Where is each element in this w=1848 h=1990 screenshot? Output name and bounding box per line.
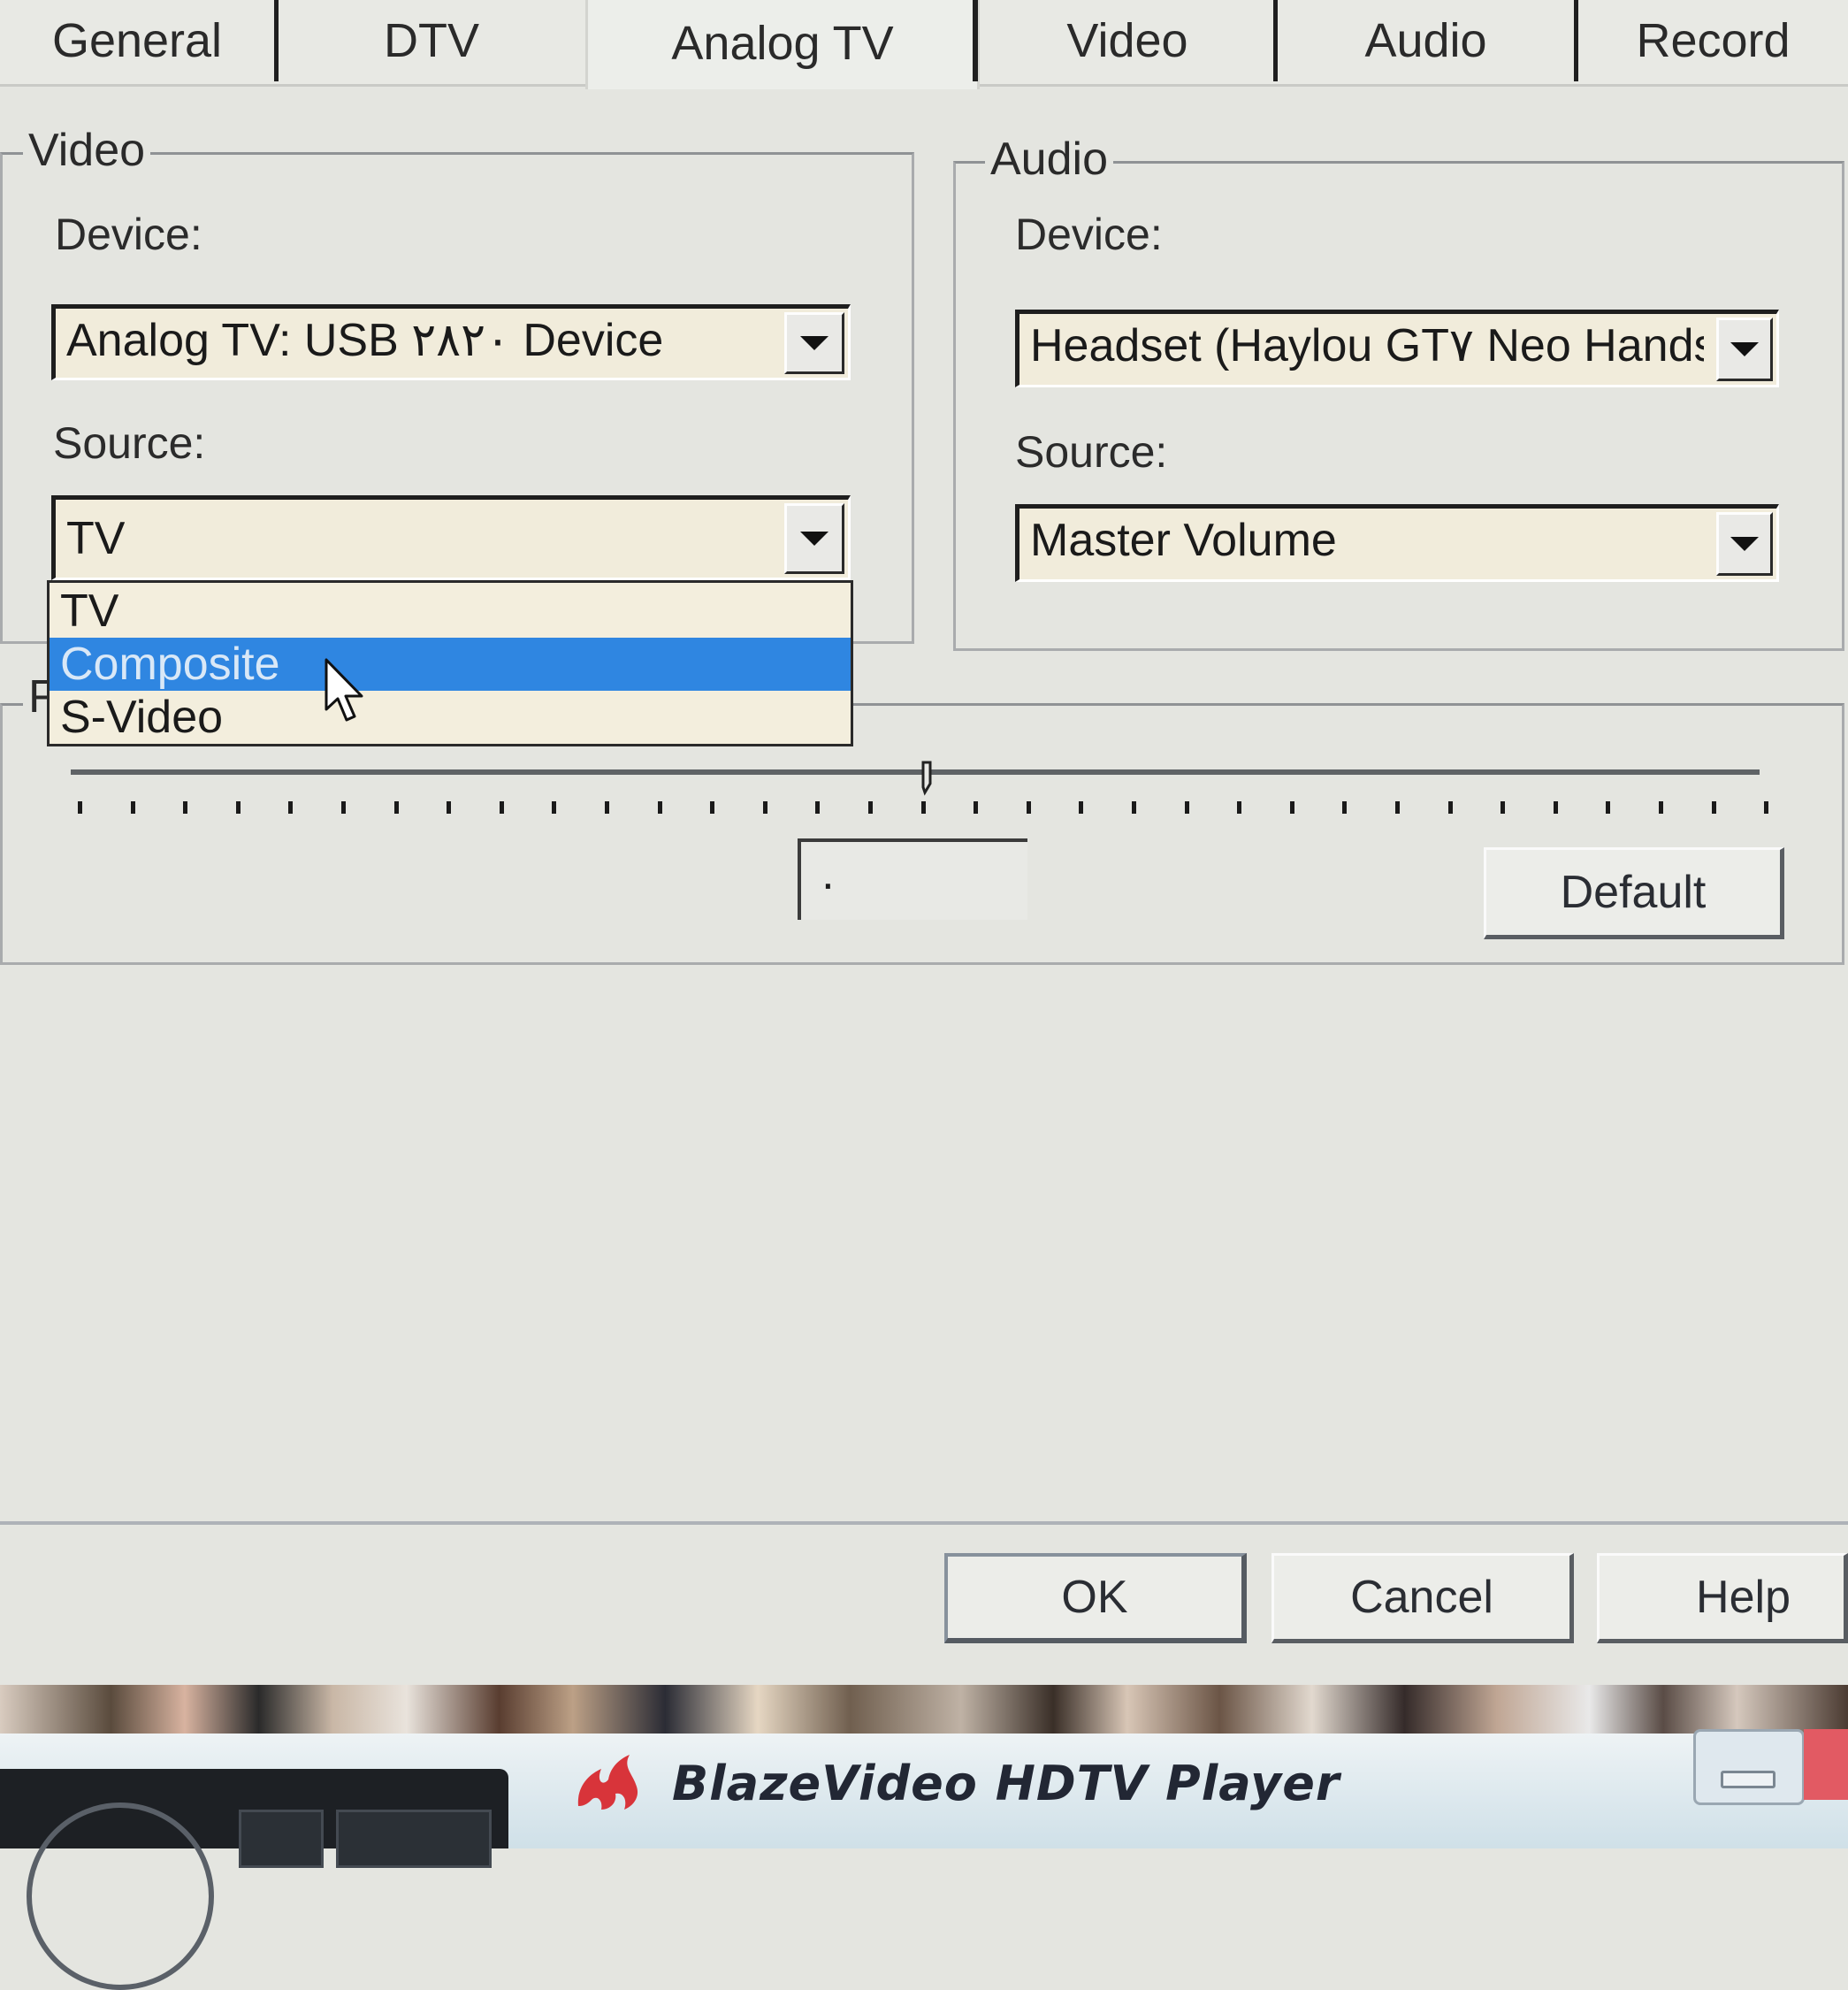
video-source-value: TV bbox=[66, 513, 126, 564]
video-device-value: Analog TV: USB ۲۸۲۰ Device bbox=[66, 315, 664, 366]
help-button-label: Help bbox=[1696, 1572, 1791, 1623]
video-source-label: Source: bbox=[53, 418, 206, 468]
tab-dtv[interactable]: DTV bbox=[281, 0, 582, 81]
slider-tick bbox=[183, 801, 188, 814]
audio-device-value: Headset (Haylou GT۷ Neo Hands-F bbox=[1030, 320, 1704, 371]
player-title: BlazeVideo HDTV Player bbox=[672, 1756, 1340, 1811]
video-device-label: Device: bbox=[55, 210, 202, 259]
slider-tick bbox=[288, 801, 294, 814]
slider-tick bbox=[1395, 801, 1400, 814]
close-button[interactable] bbox=[1804, 1729, 1848, 1800]
cancel-button[interactable]: Cancel bbox=[1271, 1553, 1574, 1643]
tab-audio[interactable]: Audio bbox=[1278, 0, 1578, 81]
tab-record-label: Record bbox=[1636, 14, 1791, 67]
chevron-down-icon bbox=[800, 532, 829, 546]
slider-tick bbox=[762, 801, 767, 814]
chevron-down-icon bbox=[800, 336, 829, 350]
audio-source-dropdown-button[interactable] bbox=[1716, 512, 1773, 576]
slider-tick bbox=[868, 801, 873, 814]
slider-value-text: ۰ bbox=[817, 861, 839, 907]
slider-tick bbox=[552, 801, 557, 814]
video-device-select[interactable]: Analog TV: USB ۲۸۲۰ Device bbox=[51, 304, 851, 380]
minimize-icon bbox=[1721, 1771, 1775, 1788]
tab-video[interactable]: Video bbox=[981, 0, 1278, 81]
slider-thumb[interactable] bbox=[921, 761, 934, 796]
slider-tick bbox=[393, 801, 399, 814]
blazevideo-logo-icon bbox=[577, 1755, 638, 1810]
tab-analog-tv-label: Analog TV bbox=[671, 17, 894, 70]
slider-tick bbox=[130, 801, 135, 814]
slider-tick bbox=[341, 801, 346, 814]
slider-tick bbox=[447, 801, 452, 814]
cancel-button-label: Cancel bbox=[1350, 1572, 1493, 1623]
tab-video-label: Video bbox=[1066, 14, 1188, 67]
ok-button-label: OK bbox=[1061, 1572, 1128, 1623]
mouse-cursor-icon bbox=[325, 658, 363, 722]
chevron-down-icon bbox=[1730, 342, 1759, 356]
slider-tick bbox=[1711, 801, 1716, 814]
video-device-dropdown-button[interactable] bbox=[784, 312, 844, 374]
video-group-legend: Video bbox=[23, 124, 151, 177]
source-option-composite[interactable]: Composite bbox=[50, 638, 851, 691]
tab-general-label: General bbox=[51, 14, 223, 67]
source-option-s-video[interactable]: S-Video bbox=[50, 691, 851, 744]
tab-dtv-label: DTV bbox=[384, 14, 479, 67]
slider-tick bbox=[235, 801, 241, 814]
slider-tick bbox=[920, 801, 926, 814]
audio-source-value: Master Volume bbox=[1030, 515, 1337, 566]
slider-tick bbox=[1184, 801, 1189, 814]
tab-general[interactable]: General bbox=[0, 0, 279, 81]
audio-device-select[interactable]: Headset (Haylou GT۷ Neo Hands-F bbox=[1015, 310, 1779, 387]
minimize-button[interactable] bbox=[1693, 1729, 1805, 1805]
slider-tick bbox=[1659, 801, 1663, 814]
video-thumbnail-strip bbox=[0, 1685, 1848, 1734]
slider-tick bbox=[1447, 801, 1453, 814]
slider-tick bbox=[710, 801, 715, 814]
player-control-panel bbox=[0, 1769, 508, 1990]
audio-source-label: Source: bbox=[1015, 427, 1168, 477]
help-button[interactable]: Help bbox=[1597, 1553, 1848, 1643]
slider-tick bbox=[815, 801, 821, 814]
pause-button[interactable] bbox=[239, 1810, 324, 1868]
slider-tick bbox=[1026, 801, 1031, 814]
video-source-dropdown-list: TV Composite S-Video bbox=[47, 580, 853, 746]
tab-analog-tv[interactable]: Analog TV bbox=[585, 0, 980, 89]
slider-tick bbox=[657, 801, 662, 814]
audio-device-dropdown-button[interactable] bbox=[1716, 318, 1773, 381]
slider-tick bbox=[1501, 801, 1506, 814]
slider-tick bbox=[1237, 801, 1242, 814]
slider-tick bbox=[1342, 801, 1348, 814]
default-button[interactable]: Default bbox=[1484, 847, 1784, 939]
dialog-separator bbox=[0, 1521, 1848, 1525]
default-button-label: Default bbox=[1560, 867, 1707, 918]
slider-track[interactable] bbox=[71, 769, 1760, 775]
slider-tick bbox=[974, 801, 979, 814]
eject-button[interactable] bbox=[336, 1810, 492, 1868]
audio-source-select[interactable]: Master Volume bbox=[1015, 504, 1779, 582]
video-source-dropdown-button[interactable] bbox=[784, 503, 844, 574]
source-option-tv[interactable]: TV bbox=[50, 585, 851, 638]
slider-tick bbox=[1132, 801, 1136, 814]
tab-bar: General DTV Analog TV Video Audio Record bbox=[0, 0, 1848, 89]
slider-tick bbox=[1289, 801, 1294, 814]
slider-tick bbox=[78, 801, 82, 814]
slider-tick bbox=[1606, 801, 1611, 814]
video-source-select[interactable]: TV bbox=[51, 495, 851, 580]
audio-group-legend: Audio bbox=[985, 133, 1113, 186]
slider-value-field[interactable]: ۰ bbox=[798, 838, 1027, 920]
slider-tick bbox=[1553, 801, 1558, 814]
tab-record[interactable]: Record bbox=[1578, 0, 1848, 81]
chevron-down-icon bbox=[1730, 537, 1759, 551]
tab-audio-label: Audio bbox=[1364, 14, 1487, 67]
play-button[interactable] bbox=[27, 1802, 214, 1990]
slider-tick bbox=[1764, 801, 1769, 814]
audio-device-label: Device: bbox=[1015, 210, 1163, 259]
slider-tick bbox=[605, 801, 609, 814]
ok-button[interactable]: OK bbox=[944, 1553, 1247, 1643]
slider-tick bbox=[499, 801, 504, 814]
slider-tick bbox=[1079, 801, 1084, 814]
tab-divider bbox=[973, 0, 978, 81]
